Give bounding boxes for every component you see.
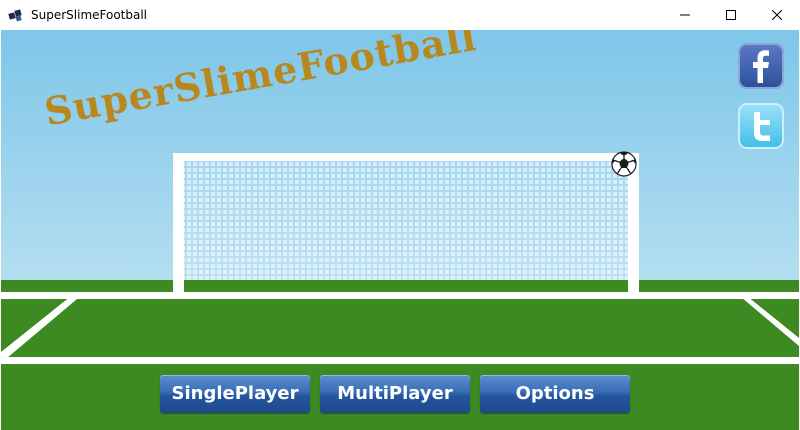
minimize-button[interactable] (662, 0, 708, 30)
app-icon (8, 7, 24, 23)
single-player-button[interactable]: SinglePlayer (160, 375, 310, 413)
maximize-button[interactable] (708, 0, 754, 30)
window-title: SuperSlimeFootball (31, 8, 148, 22)
multi-player-button[interactable]: MultiPlayer (320, 375, 470, 413)
minimize-icon (680, 14, 690, 16)
twitter-button[interactable] (738, 103, 784, 149)
facebook-button[interactable] (738, 43, 784, 89)
close-button[interactable] (754, 0, 800, 30)
football (611, 151, 637, 177)
goal-net (181, 158, 629, 280)
game-canvas[interactable]: SuperSlimeFootball SinglePlayer MultiPla… (1, 30, 799, 430)
twitter-icon (754, 112, 770, 141)
maximize-icon (726, 10, 736, 20)
options-button[interactable]: Options (480, 375, 630, 413)
facebook-icon (753, 50, 769, 83)
window-titlebar[interactable]: SuperSlimeFootball (0, 0, 800, 30)
close-icon (772, 10, 782, 20)
